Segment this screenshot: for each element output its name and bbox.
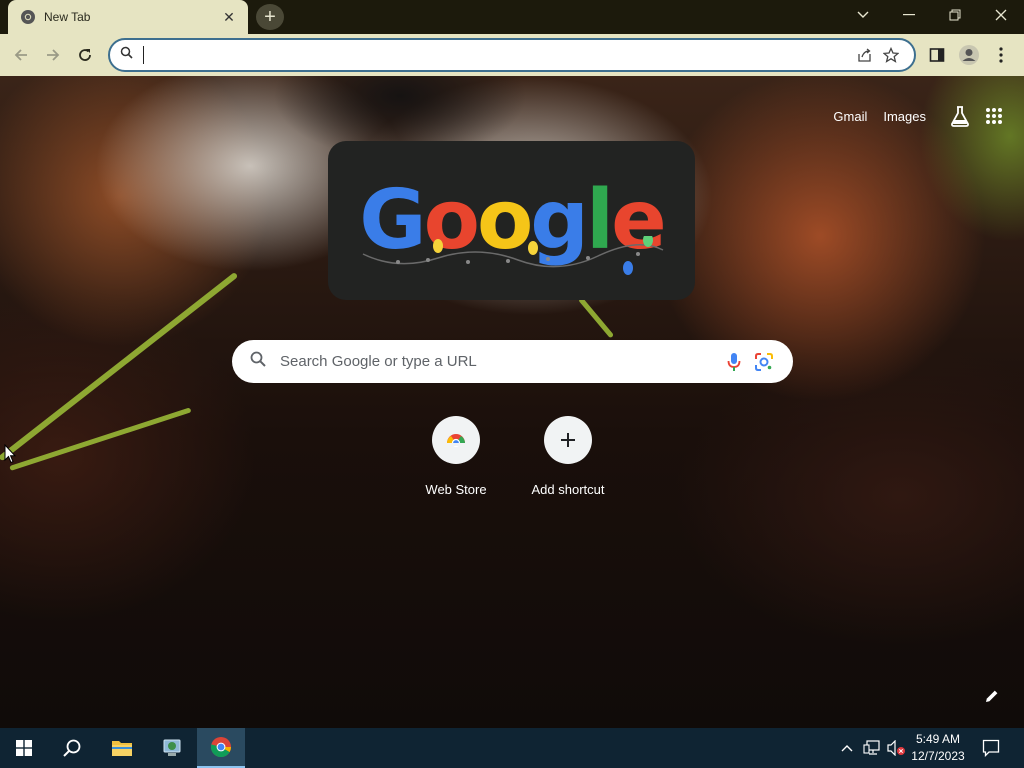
reload-icon bbox=[79, 49, 91, 61]
close-icon[interactable] bbox=[978, 0, 1024, 30]
network-status-icon[interactable] bbox=[860, 728, 884, 768]
chrome-icon bbox=[20, 9, 36, 25]
address-input[interactable] bbox=[148, 47, 852, 63]
shortcut-label: Web Store bbox=[425, 482, 487, 497]
plus-icon bbox=[544, 416, 592, 464]
profile-avatar-icon[interactable] bbox=[954, 40, 984, 70]
mouse-cursor-icon bbox=[4, 444, 16, 464]
search-icon bbox=[250, 351, 266, 372]
labs-flask-icon[interactable] bbox=[944, 100, 976, 132]
shortcut-add[interactable]: Add shortcut bbox=[512, 416, 624, 497]
new-tab-page: Gmail Images Google Search Google or typ… bbox=[0, 76, 1024, 728]
customize-pencil-icon[interactable] bbox=[978, 682, 1006, 710]
network-icon[interactable] bbox=[148, 728, 196, 768]
google-lens-icon[interactable] bbox=[749, 347, 779, 377]
system-clock[interactable]: 5:49 AM 12/7/2023 bbox=[908, 731, 968, 765]
tab-close-icon[interactable]: ✕ bbox=[220, 8, 238, 26]
share-icon[interactable] bbox=[852, 42, 878, 68]
reload-button[interactable] bbox=[70, 40, 100, 70]
toolbar bbox=[0, 34, 1024, 76]
minimize-icon[interactable] bbox=[886, 0, 932, 30]
search-placeholder: Search Google or type a URL bbox=[280, 353, 477, 370]
search-icon bbox=[120, 46, 133, 64]
tab-title: New Tab bbox=[44, 10, 91, 24]
file-explorer-icon[interactable] bbox=[98, 728, 146, 768]
windows-start-icon[interactable] bbox=[0, 728, 48, 768]
top-links: Gmail Images bbox=[833, 100, 1010, 132]
background-bamboo bbox=[9, 407, 192, 471]
doodle-lights-string bbox=[362, 236, 664, 275]
bookmark-star-icon[interactable] bbox=[878, 42, 904, 68]
new-tab-button[interactable]: + bbox=[256, 4, 284, 30]
background-bamboo bbox=[578, 296, 615, 339]
apps-grid-icon[interactable] bbox=[978, 100, 1010, 132]
windows-taskbar: 5:49 AM 12/7/2023 bbox=[0, 728, 1024, 768]
shortcut-web-store[interactable]: Web Store bbox=[400, 416, 512, 497]
tab-new-tab[interactable]: New Tab ✕ bbox=[8, 0, 248, 34]
volume-muted-icon[interactable] bbox=[884, 728, 908, 768]
google-doodle[interactable]: Google bbox=[328, 141, 695, 300]
back-arrow-icon bbox=[14, 49, 27, 61]
voice-search-mic-icon[interactable] bbox=[719, 347, 749, 377]
google-search-box[interactable]: Search Google or type a URL bbox=[232, 340, 793, 383]
clock-time: 5:49 AM bbox=[915, 732, 961, 746]
clock-date: 12/7/2023 bbox=[911, 749, 965, 763]
notifications-icon[interactable] bbox=[970, 728, 1012, 768]
back-button[interactable] bbox=[6, 40, 36, 70]
chrome-icon bbox=[210, 737, 232, 758]
taskbar-search-icon[interactable] bbox=[48, 728, 96, 768]
images-link[interactable]: Images bbox=[883, 109, 926, 124]
web-store-icon bbox=[432, 416, 480, 464]
show-hidden-icons-chevron-icon[interactable] bbox=[836, 728, 858, 768]
restore-icon[interactable] bbox=[932, 0, 978, 30]
chrome-taskbar-button[interactable] bbox=[197, 728, 245, 768]
gmail-link[interactable]: Gmail bbox=[833, 109, 867, 124]
tab-strip: New Tab ✕ + bbox=[0, 0, 1024, 34]
address-bar[interactable] bbox=[108, 38, 916, 72]
text-caret bbox=[143, 46, 144, 64]
side-panel-icon[interactable] bbox=[922, 40, 952, 70]
forward-arrow-icon bbox=[47, 49, 60, 61]
shortcut-label: Add shortcut bbox=[531, 482, 605, 497]
menu-kebab-icon[interactable] bbox=[986, 40, 1016, 70]
tab-search-chevron-icon[interactable] bbox=[840, 0, 886, 30]
forward-button[interactable] bbox=[38, 40, 68, 70]
